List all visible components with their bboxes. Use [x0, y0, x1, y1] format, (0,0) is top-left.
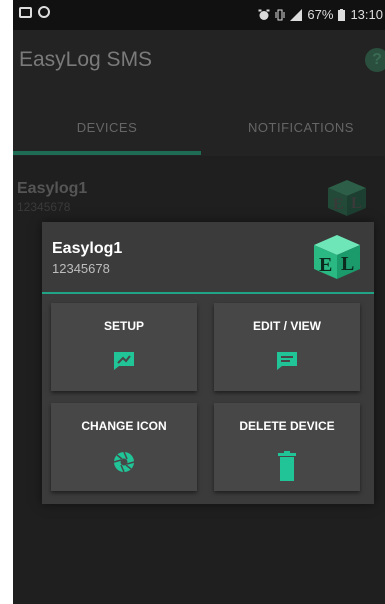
screenshot-frame: 67% 13:10 EasyLog SMS ? DEVICES NOTIFICA… — [0, 0, 385, 604]
status-bar: 67% 13:10 — [13, 0, 385, 30]
image-icon — [19, 6, 32, 18]
alarm-icon — [258, 9, 270, 20]
device-list-item-name[interactable]: Easylog1 — [17, 180, 87, 198]
delete-device-button[interactable]: DELETE DEVICE — [214, 403, 360, 491]
edit-view-button[interactable]: EDIT / VIEW — [214, 303, 360, 391]
aperture-icon — [113, 451, 135, 473]
delete-device-label: DELETE DEVICE — [239, 419, 335, 433]
edit-view-label: EDIT / VIEW — [252, 319, 321, 333]
el-cube-logo: E L — [314, 235, 360, 279]
dialog-device-name: Easylog1 — [52, 240, 123, 257]
dialog-divider — [42, 292, 374, 294]
clock: 13:10 — [350, 7, 383, 22]
status-left — [19, 6, 50, 18]
phone-screen: 67% 13:10 EasyLog SMS ? DEVICES NOTIFICA… — [13, 0, 385, 604]
help-icon[interactable]: ? — [365, 48, 385, 72]
svg-text:L: L — [351, 195, 362, 212]
dialog-device-serial: 12345678 — [52, 261, 110, 276]
setup-label: SETUP — [103, 319, 144, 333]
svg-text:L: L — [341, 253, 354, 275]
signal-icon — [290, 8, 303, 21]
app-bar: EasyLog SMS ? — [13, 30, 385, 94]
app-title: EasyLog SMS — [19, 48, 153, 71]
edit-chat-icon — [277, 352, 297, 370]
setup-button[interactable]: SETUP — [51, 303, 197, 391]
device-list-item-serial: 12345678 — [17, 200, 71, 214]
battery-percent: 67% — [307, 7, 334, 22]
device-actions-dialog: Easylog1 12345678 E L SETUP EDIT / VIEW — [42, 222, 374, 504]
tab-indicator — [13, 151, 201, 155]
trash-icon — [278, 451, 296, 481]
change-icon-label: CHANGE ICON — [81, 419, 167, 433]
setup-chat-icon — [114, 352, 134, 370]
battery-icon — [338, 8, 346, 21]
change-icon-button[interactable]: CHANGE ICON — [51, 403, 197, 491]
svg-text:E: E — [333, 196, 344, 213]
svg-text:E: E — [319, 254, 332, 276]
vibrate-icon — [275, 9, 285, 20]
status-right: 67% 13:10 — [258, 7, 383, 22]
tab-notifications[interactable]: NOTIFICATIONS — [201, 94, 385, 156]
el-cube-logo: E L — [328, 180, 366, 216]
sync-icon — [38, 6, 50, 18]
tab-devices[interactable]: DEVICES — [13, 94, 201, 156]
tab-bar: DEVICES NOTIFICATIONS — [13, 94, 385, 156]
